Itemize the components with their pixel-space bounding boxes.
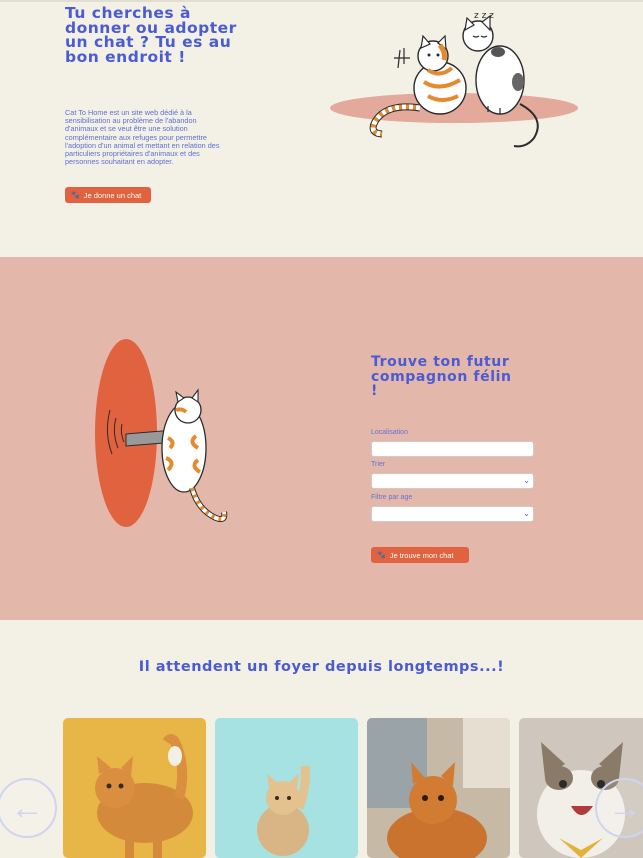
chevron-down-icon: ⌄	[523, 509, 530, 518]
find-cat-button-label: Je trouve mon chat	[389, 550, 454, 560]
age-filter-label: Filtre par age	[371, 494, 413, 501]
arrow-right-icon: →	[608, 788, 642, 827]
fluffy-orange-cat-photo	[367, 718, 510, 858]
paw-icon: 🐾	[71, 192, 80, 199]
sort-select[interactable]: ⌄	[371, 473, 534, 489]
arrow-left-icon: ←	[10, 788, 44, 827]
age-filter-select[interactable]: ⌄	[371, 506, 534, 522]
cat-through-portal-illustration	[95, 339, 228, 527]
sort-label: Trier	[371, 461, 386, 468]
hero-description: Cat To Home est un site web dédié à la s…	[65, 108, 220, 167]
give-cat-button[interactable]: 🐾 Je donne un chat	[65, 187, 151, 203]
location-label: Localisation	[371, 429, 408, 436]
waiting-title: Il attendent un foyer depuis longtemps..…	[138, 659, 505, 675]
find-cat-button[interactable]: 🐾 Je trouve mon chat	[371, 547, 469, 563]
location-input[interactable]	[371, 441, 534, 457]
two-cats-illustration: z z z	[330, 11, 578, 148]
paw-icon: 🐾	[377, 552, 386, 559]
cat-card[interactable]	[63, 718, 206, 858]
cat-card[interactable]	[367, 718, 510, 858]
cat-card[interactable]	[215, 718, 358, 858]
give-cat-button-label: Je donne un chat	[83, 190, 142, 200]
find-title: Trouve ton futur compagnon félin !	[371, 354, 512, 399]
svg-text:z z z: z z z	[474, 11, 494, 21]
ginger-cat-photo	[63, 718, 206, 858]
chevron-down-icon: ⌄	[523, 476, 530, 485]
kitten-paw-up-photo	[215, 718, 358, 858]
hero-title: Tu cherches à donner ou adopter un chat …	[65, 4, 237, 66]
